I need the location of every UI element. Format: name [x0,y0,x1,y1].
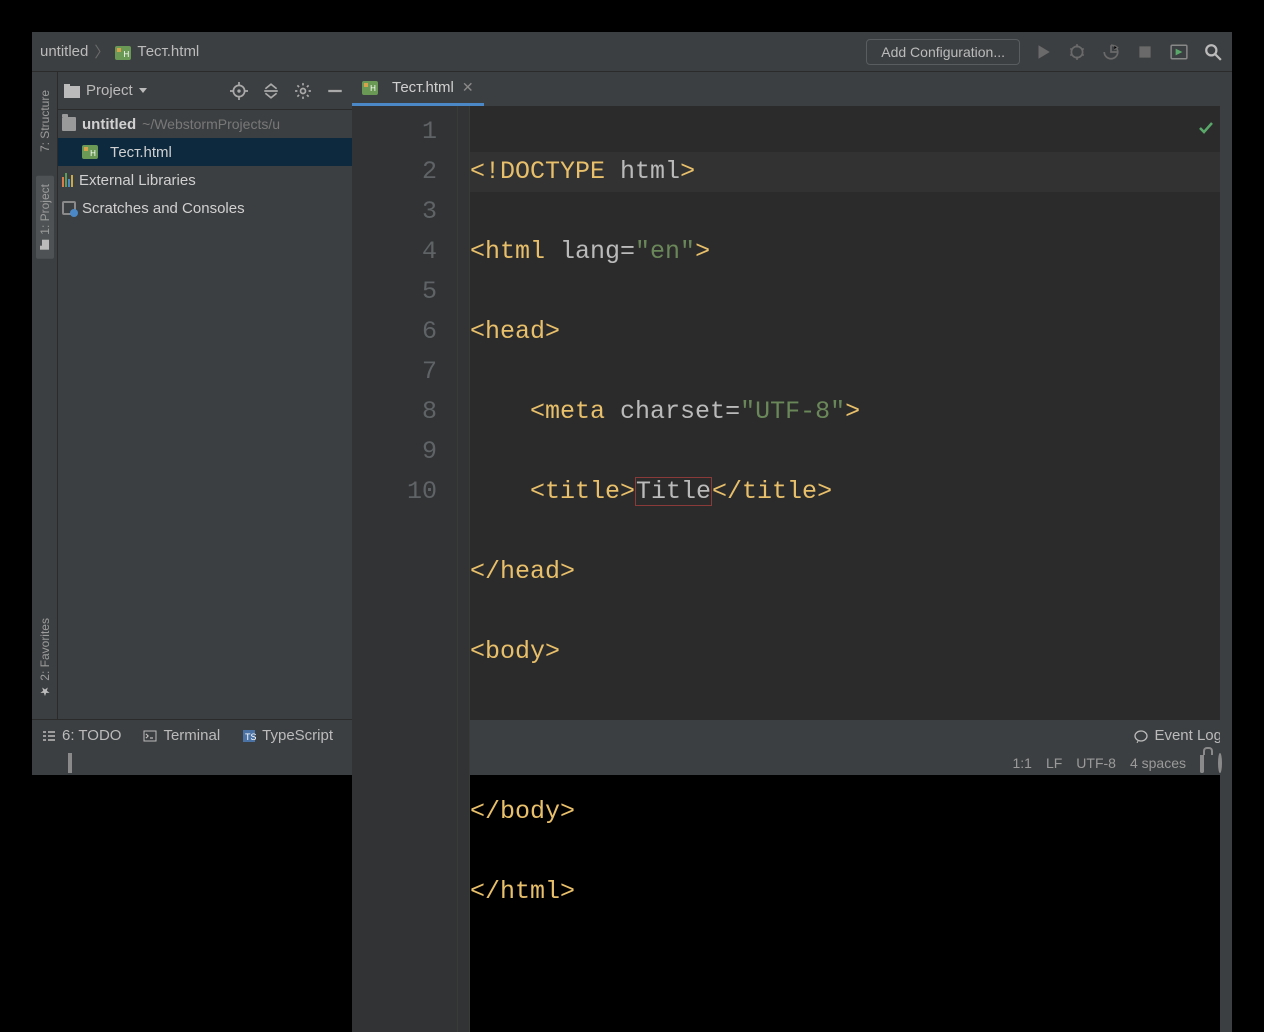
editor-right-strip [1220,106,1232,1032]
project-tool-header: Project [58,72,352,110]
line-gutter: 12345678910 [352,106,458,1032]
breadcrumb-project[interactable]: untitled [40,43,88,60]
code-area[interactable]: 12345678910 <!DOCTYPE html> <html lang="… [352,106,1232,1032]
stop-icon[interactable] [1134,41,1156,63]
left-tool-strip: 7: Structure 1: Project ★2: Favorites [32,72,58,719]
favorites-tool-button[interactable]: ★2: Favorites [38,618,52,699]
run-anything-icon[interactable] [1168,41,1190,63]
svg-text:TS: TS [245,732,256,742]
scratches-icon [62,201,76,215]
todo-tool-button[interactable]: 6: TODO [42,727,121,744]
close-tab-icon[interactable]: ✕ [462,79,474,96]
analysis-ok-icon[interactable] [1198,110,1214,150]
ide-window: untitled 〉 HТест.html Add Configuration.… [32,32,1232,775]
project-tool-button[interactable]: 1: Project [36,176,54,259]
html-file-icon: H [115,46,131,60]
chevron-down-icon [139,88,147,93]
expand-all-icon[interactable] [260,80,282,102]
project-tool-window: Project untitled ~/WebstormProjects/u H … [58,72,352,719]
breadcrumb-file[interactable]: HТест.html [115,43,199,61]
debug-icon[interactable] [1066,41,1088,63]
structure-tool-button[interactable]: 7: Structure [38,90,52,152]
html-file-icon: H [82,145,98,159]
project-view-selector[interactable]: Project [64,82,147,99]
toolbar-right: Add Configuration... [866,39,1224,65]
readonly-lock-icon[interactable] [1200,755,1204,771]
code-text[interactable]: <!DOCTYPE html> <html lang="en"> <head> … [470,106,1220,1032]
fold-column[interactable] [458,106,470,1032]
editor: H Тест.html ✕ 12345678910 <!DOCTYPE html… [352,72,1232,719]
tool-window-toggle-icon[interactable] [68,755,72,771]
terminal-tool-button[interactable]: Terminal [143,727,220,744]
coverage-icon[interactable] [1100,41,1122,63]
html-file-icon: H [362,81,378,95]
folder-icon [62,117,76,131]
locate-icon[interactable] [228,80,250,102]
hide-icon[interactable] [324,80,346,102]
editor-tab[interactable]: H Тест.html ✕ [352,72,484,106]
editor-tabbar: H Тест.html ✕ [352,72,1232,106]
typescript-tool-button[interactable]: TS TypeScript [242,727,333,744]
left-strip-bottom: ★2: Favorites [38,606,52,711]
tree-external-libraries[interactable]: External Libraries [58,166,352,194]
tree-root[interactable]: untitled ~/WebstormProjects/u [58,110,352,138]
navigation-bar: untitled 〉 HТест.html Add Configuration.… [32,32,1232,72]
libraries-icon [62,173,73,187]
project-tree[interactable]: untitled ~/WebstormProjects/u H Тест.htm… [58,110,352,719]
breadcrumb: untitled 〉 HТест.html [40,41,866,62]
tree-scratches[interactable]: Scratches and Consoles [58,194,352,222]
tree-file-selected[interactable]: H Тест.html [58,138,352,166]
add-configuration-button[interactable]: Add Configuration... [866,39,1020,65]
run-icon[interactable] [1032,41,1054,63]
gear-icon[interactable] [292,80,314,102]
chevron-right-icon: 〉 [94,41,109,62]
search-everywhere-icon[interactable] [1202,41,1224,63]
main-area: 7: Structure 1: Project ★2: Favorites Pr… [32,72,1232,719]
hector-icon[interactable] [1218,755,1222,771]
